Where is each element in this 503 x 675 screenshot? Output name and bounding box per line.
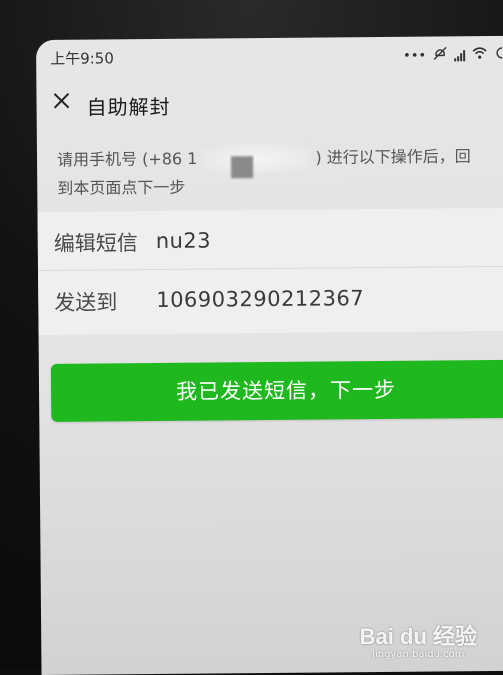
- status-bar: 上午9:50 •••: [36, 36, 503, 78]
- instruction-text: 请用手机号 (+86 1 ) 进行以下操作后，回 到本页面点下一步: [57, 142, 503, 202]
- baidu-logo: Bai du 经验: [359, 624, 477, 649]
- sms-content-value: nu23: [155, 228, 212, 253]
- mute-icon: [433, 46, 447, 64]
- wifi-icon: [472, 47, 487, 63]
- next-step-button[interactable]: 我已发送短信，下一步: [50, 359, 503, 422]
- phone-bezel: 上午9:50 ••• 自助解封 请用手机号 (+86 1) 进行以下操作后，回…: [0, 0, 503, 675]
- dots-icon: •••: [403, 48, 427, 64]
- status-icons: •••: [403, 46, 503, 65]
- baidu-watermark: Bai du 经验 jingyan.baidu.com: [360, 619, 477, 660]
- page-title: 自助解封: [86, 94, 171, 120]
- send-to-number: 106903290212367: [156, 286, 365, 312]
- close-icon: [53, 93, 70, 109]
- battery-icon: [494, 47, 503, 63]
- signal-icon: [454, 49, 466, 62]
- instruction-line-1: 请用手机号 (+86 1 ) 进行以下操作后，回: [57, 142, 503, 176]
- instruction-line-2: 到本页面点下一步: [57, 177, 186, 198]
- sms-content-row: 编辑短信 nu23: [37, 207, 503, 271]
- instruction-suffix: ) 进行以下操作后，回: [315, 146, 471, 168]
- sms-info-list: 编辑短信 nu23 发送到 106903290212367: [37, 207, 503, 335]
- send-to-label: 发送到: [54, 290, 118, 315]
- instruction-prefix: 请用手机号 (+86 1: [56, 149, 198, 170]
- send-to-row: 发送到 106903290212367: [38, 267, 503, 335]
- redacted-phone-mask: [201, 143, 312, 175]
- phone-screen: 上午9:50 ••• 自助解封 请用手机号 (+86 1) 进行以下操作后，回…: [36, 35, 503, 675]
- close-button[interactable]: [50, 90, 74, 114]
- baidu-watermark-url: jingyan.baidu.com: [372, 649, 465, 660]
- nav-header: 自助解封: [36, 78, 503, 126]
- sms-content-label: 编辑短信: [53, 231, 138, 256]
- status-time: 上午9:50: [50, 49, 114, 68]
